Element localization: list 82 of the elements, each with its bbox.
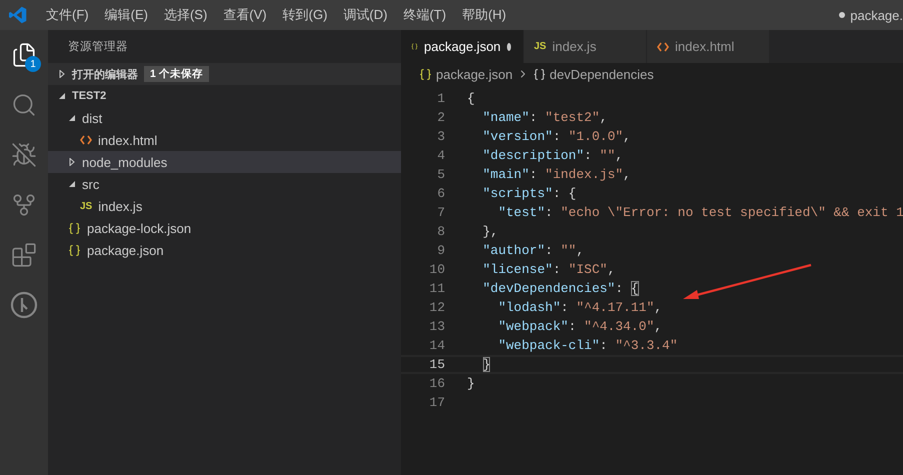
code-line: "version": "1.0.0", [482,129,631,144]
editor-tab[interactable]: index.html [647,30,770,63]
tree-item[interactable]: index.html [48,129,401,151]
code-line: }, [482,224,498,239]
line-number: 17 [428,395,445,410]
code-line: "license": "ISC", [482,262,616,277]
circle-branch-icon[interactable] [10,291,38,319]
line-number: 8 [436,224,445,239]
menu-item[interactable]: 帮助(H) [454,6,514,24]
app-logo-icon [9,6,27,24]
tab-label: index.html [675,39,734,54]
menu-item[interactable]: 编辑(E) [96,6,156,24]
menu-item[interactable]: 调试(D) [335,6,396,24]
tree-item[interactable]: package.json [48,239,401,261]
line-number: 15 [428,357,445,372]
code-line: { [467,91,475,106]
js-icon: JS [534,41,546,52]
bug-icon[interactable] [11,142,37,168]
line-number: 13 [428,319,445,334]
menu-item[interactable]: 转到(G) [274,6,336,24]
line-number: 14 [428,338,445,353]
line-number: 5 [436,167,445,182]
count-badge: 1 [25,56,41,72]
breadcrumb-item[interactable]: devDependencies [550,66,654,82]
line-number: 6 [436,186,445,201]
js-icon: JS [80,200,92,212]
line-number: 9 [436,243,445,258]
line-number: 11 [428,281,445,296]
menu-item[interactable]: 选择(S) [156,6,216,24]
code-line: "webpack-cli": "^3.3.4" [497,338,678,353]
tree-item[interactable]: node_modules [48,151,401,173]
tree-item[interactable]: src [48,173,401,195]
tab-label: package.json [424,39,501,54]
code-line: "test": "echo \"Error: no test specified\" && exit 1 [497,205,903,220]
tab-label: index.js [552,39,596,54]
code-line: "author": "", [482,243,584,258]
tree-item[interactable]: dist [48,107,401,129]
section-header[interactable]: 打开的编辑器 [72,66,138,82]
expanded-triangle-icon[interactable] [58,92,66,100]
collapsed-triangle-icon[interactable] [68,158,76,166]
code-line: "devDependencies": { [482,281,639,296]
code-line: "main": "index.js", [482,167,631,182]
section-header[interactable]: TEST2 [72,90,106,102]
code-line: "description": "", [482,148,624,163]
line-number: 3 [436,129,445,144]
menu-item[interactable]: 终端(T) [395,6,454,24]
braces-icon [532,68,546,80]
code-line: "webpack": "^4.34.0", [497,319,662,334]
code-line: "lodash": "^4.17.11", [497,300,662,315]
line-number: 2 [436,110,445,125]
line-number: 12 [428,300,445,315]
expanded-triangle-icon[interactable] [68,180,76,188]
line-number: 10 [428,262,445,277]
angle-brackets-icon [657,42,669,52]
braces-icon [68,244,81,256]
blocks-icon[interactable] [11,242,37,268]
breadcrumb-item[interactable]: package.json [436,66,513,82]
collapsed-triangle-icon[interactable] [58,70,66,78]
fork-icon[interactable] [11,192,37,218]
search-icon[interactable] [11,92,37,118]
files-icon[interactable] [11,42,37,68]
line-number: 4 [436,148,445,163]
sidebar-title: 资源管理器 [68,40,128,54]
editor-tab[interactable]: JS index.js [524,30,647,63]
code-line: } [467,376,475,391]
code-line: } [482,357,490,372]
braces-icon [68,222,81,234]
tree-item[interactable]: JS index.js [48,195,401,217]
code-line: "name": "test2", [482,110,608,125]
code-line: "scripts": { [482,186,576,201]
line-number: 1 [436,91,445,106]
editor-tab[interactable]: package.json [401,30,524,63]
tree-item[interactable]: package-lock.json [48,217,401,239]
braces-icon [419,68,432,80]
menu-item[interactable]: 查看(V) [215,6,275,24]
angle-brackets-icon [80,135,92,145]
unsaved-count-badge: 1 个未保存 [144,66,209,82]
window-title: package. [850,8,903,22]
line-number: 7 [436,205,445,220]
line-number: 16 [428,376,445,391]
menu-item[interactable]: 文件(F) [38,6,97,24]
expanded-triangle-icon[interactable] [68,114,76,122]
